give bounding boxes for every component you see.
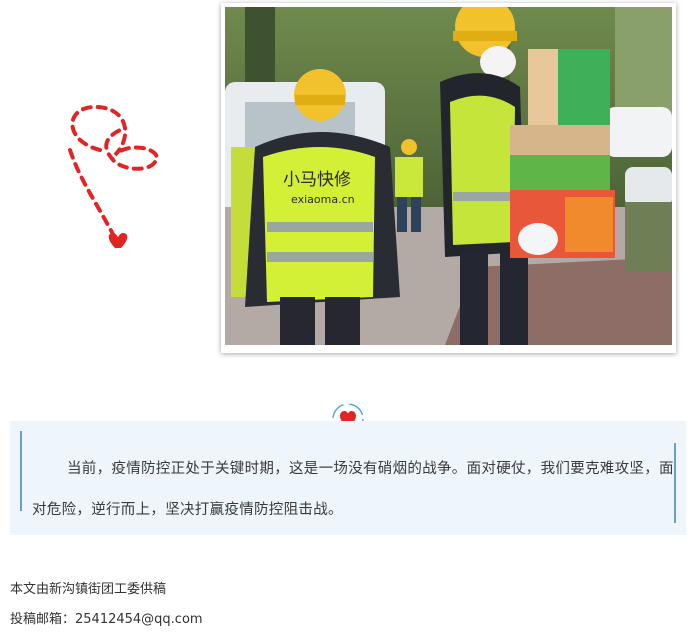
dashed-heart-decoration <box>68 104 159 248</box>
vest-url-text: exiaoma.cn <box>291 193 355 206</box>
source-credit: 本文由新沟镇街团工委供稿 <box>10 582 167 597</box>
volunteers-photo: 小马快修 exiaoma.cn <box>225 7 672 345</box>
photo-frame: 小马快修 exiaoma.cn <box>221 3 676 353</box>
quote-box: 当前，疫情防控正处于关键时期，这是一场没有硝烟的战争。面对硬仗，我们要克难攻坚，… <box>10 421 686 535</box>
quote-bar-left <box>20 431 22 511</box>
quote-text: 当前，疫情防控正处于关键时期，这是一场没有硝烟的战争。面对硬仗，我们要克难攻坚，… <box>32 461 674 518</box>
submission-email: 投稿邮箱：25412454@qq.com <box>10 612 203 627</box>
vest-brand-text: 小马快修 <box>283 170 351 190</box>
